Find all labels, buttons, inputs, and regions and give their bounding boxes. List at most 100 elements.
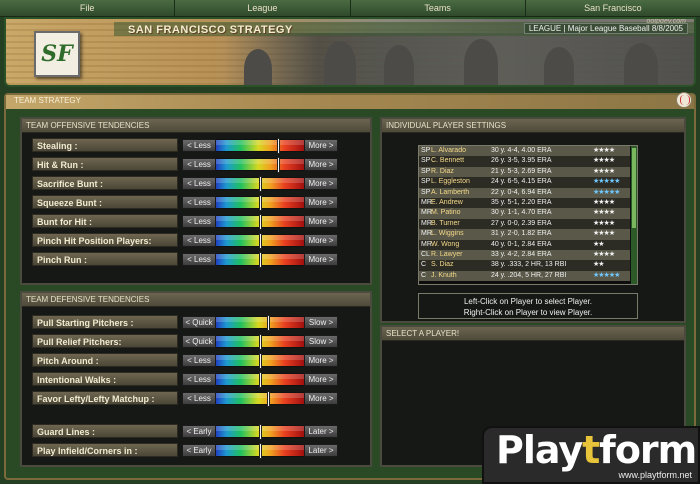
player-rating: ★★ — [593, 261, 605, 269]
player-list-scrollbar[interactable] — [630, 146, 637, 284]
slider-thumb[interactable] — [259, 232, 262, 249]
tendency-slider[interactable] — [216, 333, 304, 350]
player-name: R. Lawyer — [430, 250, 463, 258]
decrease-button[interactable]: < Less — [182, 372, 216, 386]
increase-button[interactable]: Later > — [304, 443, 338, 457]
tendency-slider[interactable] — [216, 194, 304, 211]
decrease-button[interactable]: < Less — [182, 214, 216, 228]
tendency-slider[interactable] — [216, 423, 304, 440]
tendency-slider[interactable] — [216, 175, 304, 192]
baseball-icon — [676, 92, 692, 108]
decrease-button[interactable]: < Less — [182, 157, 216, 171]
player-row[interactable]: SP R. Diaz 21 y. 5-3, 2.69 ERA ★★★★ — [419, 166, 637, 178]
player-row[interactable]: C S. Diaz 38 y. .333, 2 HR, 13 RBI ★★ — [419, 260, 637, 271]
player-name: A. Lamberth — [430, 188, 470, 196]
player-row[interactable]: MR M. Patino 30 y. 1-1, 4.70 ERA ★★★★ — [419, 208, 637, 219]
slider-thumb[interactable] — [259, 333, 262, 350]
player-row[interactable]: MR L. Wiggins 31 y. 2-0, 1.82 ERA ★★★★ — [419, 229, 637, 240]
decrease-button[interactable]: < Quick — [182, 334, 216, 348]
decrease-button[interactable]: < Early — [182, 443, 216, 457]
decrease-button[interactable]: < Less — [182, 233, 216, 247]
increase-button[interactable]: Slow > — [304, 315, 338, 329]
increase-button[interactable]: More > — [304, 176, 338, 190]
decrease-button[interactable]: < Less — [182, 138, 216, 152]
menu-team-san-francisco[interactable]: San Francisco — [526, 0, 700, 16]
tendency-slider[interactable] — [216, 232, 304, 249]
tendency-label: Guard Lines : — [32, 424, 178, 438]
increase-button[interactable]: More > — [304, 252, 338, 266]
slider-thumb[interactable] — [277, 137, 280, 154]
increase-button[interactable]: More > — [304, 391, 338, 405]
tendency-slider[interactable] — [216, 137, 304, 154]
player-rating: ★★★★★ — [593, 188, 620, 196]
player-row[interactable]: SP A. Lamberth 22 y. 0-4, 6.94 ERA ★★★★★ — [419, 187, 637, 198]
tendency-row: Squeeze Bunt : < Less More > — [32, 194, 338, 211]
player-rating: ★★ — [593, 240, 605, 248]
player-name: L. Wiggins — [430, 230, 464, 238]
player-position: MR — [421, 219, 432, 227]
increase-button[interactable]: More > — [304, 157, 338, 171]
player-rating: ★★★★ — [593, 230, 615, 238]
increase-button[interactable]: More > — [304, 195, 338, 209]
player-stats: 40 y. 0-1, 2.84 ERA — [490, 240, 552, 248]
tendency-slider[interactable] — [216, 156, 304, 173]
tendency-label: Stealing : — [32, 138, 178, 152]
tendency-slider[interactable] — [216, 442, 304, 459]
slider-thumb[interactable] — [259, 175, 262, 192]
increase-button[interactable]: More > — [304, 372, 338, 386]
tendency-row: Sacrifice Bunt : < Less More > — [32, 175, 338, 192]
decrease-button[interactable]: < Less — [182, 252, 216, 266]
decrease-button[interactable]: < Less — [182, 353, 216, 367]
player-row[interactable]: MR W. Wong 40 y. 0-1, 2.84 ERA ★★ — [419, 239, 637, 250]
increase-button[interactable]: More > — [304, 214, 338, 228]
player-row[interactable]: SP C. Bennett 26 y. 3-5, 3.95 ERA ★★★★ — [419, 156, 637, 167]
slider-thumb[interactable] — [259, 352, 262, 369]
increase-button[interactable]: Later > — [304, 424, 338, 438]
player-row[interactable]: CL R. Lawyer 33 y. 4-2, 2.84 ERA ★★★★ — [419, 249, 637, 261]
increase-button[interactable]: More > — [304, 353, 338, 367]
tendency-label: Pull Starting Pitchers : — [32, 315, 178, 329]
player-row[interactable]: SP L. Alvarado 30 y. 4-4, 4.00 ERA ★★★★ — [419, 146, 637, 157]
slider-thumb[interactable] — [277, 156, 280, 173]
decrease-button[interactable]: < Less — [182, 195, 216, 209]
player-list[interactable]: SP L. Alvarado 30 y. 4-4, 4.00 ERA ★★★★ SP … — [418, 145, 638, 285]
slider-thumb[interactable] — [267, 314, 270, 331]
tendency-slider[interactable] — [216, 213, 304, 230]
player-stats: 38 y. .333, 2 HR, 13 RBI — [490, 261, 567, 269]
tendency-row: Pinch Run : < Less More > — [32, 251, 338, 268]
decrease-button[interactable]: < Less — [182, 176, 216, 190]
menu-league[interactable]: League — [175, 0, 351, 16]
player-rating: ★★★★ — [593, 198, 615, 206]
player-rating: ★★★★★ — [593, 178, 620, 186]
tendency-slider[interactable] — [216, 371, 304, 388]
tendency-slider[interactable] — [216, 314, 304, 331]
player-row[interactable]: MR B. Turner 27 y. 0-0, 2.39 ERA ★★★★ — [419, 218, 637, 230]
tendency-slider[interactable] — [216, 251, 304, 268]
page-title: SAN FRANCISCO STRATEGY — [128, 24, 293, 36]
slider-thumb[interactable] — [259, 213, 262, 230]
decrease-button[interactable]: < Early — [182, 424, 216, 438]
slider-thumb[interactable] — [259, 423, 262, 440]
tendency-row: Pitch Around : < Less More > — [32, 352, 338, 369]
tendency-label: Squeeze Bunt : — [32, 195, 178, 209]
tendency-row: Hit & Run : < Less More > — [32, 156, 338, 173]
slider-thumb[interactable] — [267, 390, 270, 407]
player-row[interactable]: SP L. Eggleston 24 y. 6-5, 4.15 ERA ★★★★★ — [419, 177, 637, 188]
slider-thumb[interactable] — [259, 371, 262, 388]
header-banner: SAN FRANCISCO STRATEGY ootpdev.com LEAGU… — [4, 17, 696, 87]
player-row[interactable]: MR E. Andrew 35 y. 5-1, 2.20 ERA ★★★★ — [419, 197, 637, 209]
tendency-slider[interactable] — [216, 352, 304, 369]
tendency-slider[interactable] — [216, 390, 304, 407]
menu-teams[interactable]: Teams — [351, 0, 526, 16]
slider-thumb[interactable] — [259, 442, 262, 459]
decrease-button[interactable]: < Less — [182, 391, 216, 405]
decrease-button[interactable]: < Quick — [182, 315, 216, 329]
panel-title: TEAM OFFENSIVE TENDENCIES — [22, 119, 370, 133]
increase-button[interactable]: Slow > — [304, 334, 338, 348]
player-row[interactable]: C J. Knuth 24 y. .204, 5 HR, 27 RBI ★★★★★ — [419, 270, 637, 282]
slider-thumb[interactable] — [259, 194, 262, 211]
increase-button[interactable]: More > — [304, 138, 338, 152]
increase-button[interactable]: More > — [304, 233, 338, 247]
menu-file[interactable]: File — [0, 0, 176, 16]
slider-thumb[interactable] — [259, 251, 262, 268]
